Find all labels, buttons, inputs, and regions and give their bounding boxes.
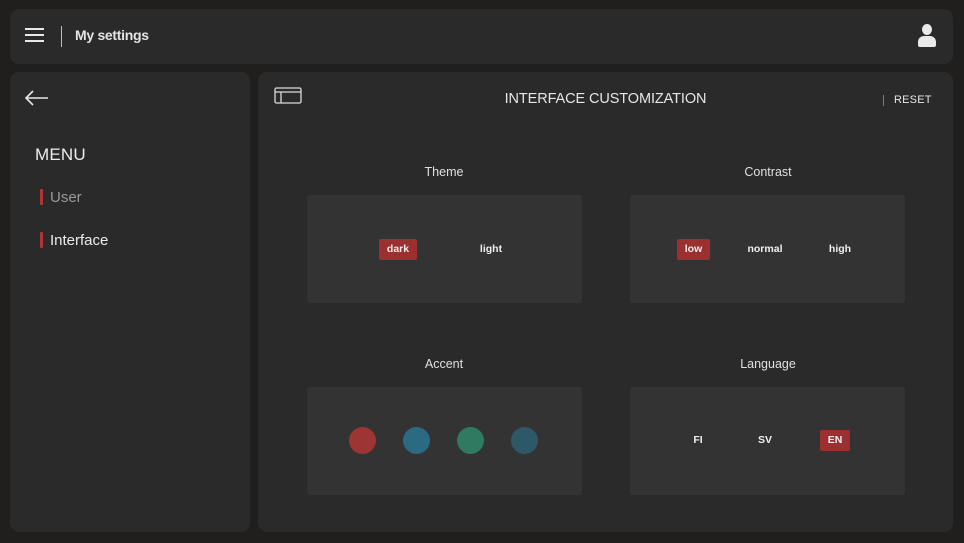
accent-label: Accent — [424, 357, 464, 371]
sidebar-item-label: User — [50, 188, 82, 206]
theme-card: dark light — [307, 195, 582, 303]
theme-option-light[interactable]: light — [471, 239, 511, 260]
contrast-option-high[interactable]: high — [823, 239, 857, 260]
language-option-sv[interactable]: SV — [750, 430, 780, 451]
reset-divider — [883, 94, 884, 106]
arrow-left-icon[interactable] — [24, 88, 50, 108]
sidebar-item-label: Interface — [50, 231, 109, 249]
accent-card — [307, 387, 582, 495]
sidebar-item-user[interactable]: User — [40, 188, 82, 206]
hamburger-menu-icon[interactable] — [25, 28, 45, 44]
page-title: My settings — [75, 27, 149, 43]
user-icon[interactable] — [916, 24, 938, 48]
contrast-card: low normal high — [630, 195, 905, 303]
sidebar-item-marker — [40, 189, 43, 205]
main-panel: INTERFACE CUSTOMIZATION RESET Theme dark… — [258, 72, 953, 532]
reset-label: RESET — [894, 94, 932, 106]
menu-title: MENU — [35, 145, 86, 164]
sidebar-item-marker — [40, 232, 43, 248]
accent-swatch-teal[interactable] — [511, 427, 538, 454]
sidebar: MENU User Interface — [10, 72, 250, 532]
contrast-option-low[interactable]: low — [677, 239, 710, 260]
language-option-en[interactable]: EN — [820, 430, 850, 451]
accent-swatch-green[interactable] — [457, 427, 484, 454]
accent-swatch-blue[interactable] — [403, 427, 430, 454]
language-label: Language — [740, 357, 796, 371]
contrast-label: Contrast — [744, 165, 792, 179]
sidebar-item-interface[interactable]: Interface — [40, 231, 108, 249]
header-divider — [61, 26, 62, 47]
accent-swatch-red[interactable] — [349, 427, 376, 454]
theme-option-dark[interactable]: dark — [379, 239, 417, 260]
top-bar: My settings — [10, 9, 953, 64]
language-card: FI SV EN — [630, 387, 905, 495]
section-title: INTERFACE CUSTOMIZATION — [504, 91, 707, 107]
reset-button[interactable]: RESET — [883, 93, 932, 107]
language-option-fi[interactable]: FI — [684, 430, 712, 451]
theme-label: Theme — [424, 165, 464, 179]
contrast-option-normal[interactable]: normal — [743, 239, 787, 260]
